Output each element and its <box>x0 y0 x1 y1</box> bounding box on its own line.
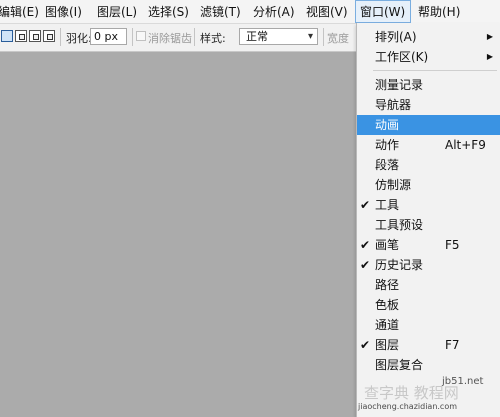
new-selection-icon[interactable] <box>1 30 13 42</box>
menu-item-shortcut: Alt+F9 <box>445 138 486 152</box>
menu-window[interactable]: 窗口(W) <box>355 0 411 23</box>
menu-item-label: 工具预设 <box>375 218 424 232</box>
menu-analysis[interactable]: 分析(A) <box>249 0 299 23</box>
menu-item-label: 路径 <box>375 278 400 292</box>
submenu-arrow-icon: ▶ <box>486 52 493 61</box>
menu-layer[interactable]: 图层(L) <box>93 0 141 23</box>
checkmark-icon: ✔ <box>360 198 371 212</box>
menu-select[interactable]: 选择(S) <box>144 0 193 23</box>
menu-bar: 编辑(E) 图像(I) 图层(L) 选择(S) 滤镜(T) 分析(A) 视图(V… <box>0 0 500 24</box>
menu-item-label: 测量记录 <box>375 78 424 92</box>
chevron-down-icon: ▾ <box>307 31 313 42</box>
menu-item-brushes[interactable]: ✔ 画笔 F5 <box>357 235 500 255</box>
add-selection-icon[interactable] <box>15 30 27 42</box>
watermark-url: jiaocheng.chazidian.com <box>358 402 458 411</box>
menu-item-shortcut: F5 <box>445 238 460 252</box>
separator <box>194 28 195 46</box>
menu-item-label: 动画 <box>375 118 400 132</box>
menu-item-measurement-log[interactable]: 测量记录 <box>357 75 500 95</box>
checkmark-icon: ✔ <box>360 258 371 272</box>
style-select-value: 正常 <box>246 30 268 43</box>
menu-item-layers[interactable]: ✔ 图层 F7 <box>357 335 500 355</box>
menu-item-label: 导航器 <box>375 98 412 112</box>
checkmark-icon: ✔ <box>360 338 371 352</box>
menu-item-history[interactable]: ✔ 历史记录 <box>357 255 500 275</box>
menu-item-tools[interactable]: ✔ 工具 <box>357 195 500 215</box>
menu-item-clone-source[interactable]: 仿制源 <box>357 175 500 195</box>
menu-image[interactable]: 图像(I) <box>41 0 86 23</box>
menu-item-label: 仿制源 <box>375 178 412 192</box>
menu-item-tool-presets[interactable]: 工具预设 <box>357 215 500 235</box>
submenu-arrow-icon: ▶ <box>486 32 493 41</box>
menu-help[interactable]: 帮助(H) <box>414 0 464 23</box>
style-label: 样式: <box>200 32 226 45</box>
menu-item-label: 排列(A) <box>375 30 417 44</box>
menu-item-actions[interactable]: 动作 Alt+F9 <box>357 135 500 155</box>
menu-item-label: 图层 <box>375 338 400 352</box>
menu-item-label: 工具 <box>375 198 400 212</box>
intersect-selection-icon[interactable] <box>43 30 55 42</box>
menu-separator <box>373 70 497 71</box>
menu-item-label: 动作 <box>375 138 400 152</box>
separator <box>60 28 61 46</box>
menu-item-label: 历史记录 <box>375 258 424 272</box>
separator <box>132 28 133 46</box>
window-menu-dropdown: 排列(A) ▶ 工作区(K) ▶ 测量记录 导航器 动画 动作 Alt+F9 段… <box>356 23 500 417</box>
antialias-label: 消除锯齿 <box>148 32 192 45</box>
menu-item-workspace[interactable]: 工作区(K) ▶ <box>357 47 500 67</box>
menu-item-animation[interactable]: 动画 <box>357 115 500 135</box>
menu-item-channels[interactable]: 通道 <box>357 315 500 335</box>
menu-item-arrange[interactable]: 排列(A) ▶ <box>357 27 500 47</box>
menu-item-shortcut: F7 <box>445 338 460 352</box>
menu-item-paragraph[interactable]: 段落 <box>357 155 500 175</box>
menu-item-navigator[interactable]: 导航器 <box>357 95 500 115</box>
menu-item-label: 画笔 <box>375 238 400 252</box>
menu-filter[interactable]: 滤镜(T) <box>196 0 245 23</box>
checkmark-icon: ✔ <box>360 238 371 252</box>
watermark: jb51.net 查字典 教程网 jiaocheng.chazidian.com <box>356 368 500 417</box>
menu-edit[interactable]: 编辑(E) <box>0 0 43 23</box>
menu-item-paths[interactable]: 路径 <box>357 275 500 295</box>
feather-label: 羽化: <box>66 32 92 45</box>
width-label: 宽度 <box>327 32 349 45</box>
style-select[interactable]: 正常 ▾ <box>239 28 318 45</box>
watermark-brand: 查字典 教程网 <box>364 384 459 402</box>
menu-item-swatches[interactable]: 色板 <box>357 295 500 315</box>
separator <box>323 28 324 46</box>
menu-view[interactable]: 视图(V) <box>302 0 352 23</box>
menu-item-label: 色板 <box>375 298 400 312</box>
antialias-checkbox[interactable] <box>136 31 146 41</box>
menu-item-label: 段落 <box>375 158 400 172</box>
subtract-selection-icon[interactable] <box>29 30 41 42</box>
menu-item-label: 工作区(K) <box>375 50 429 64</box>
feather-input[interactable]: 0 px <box>90 28 127 45</box>
menu-item-label: 通道 <box>375 318 400 332</box>
